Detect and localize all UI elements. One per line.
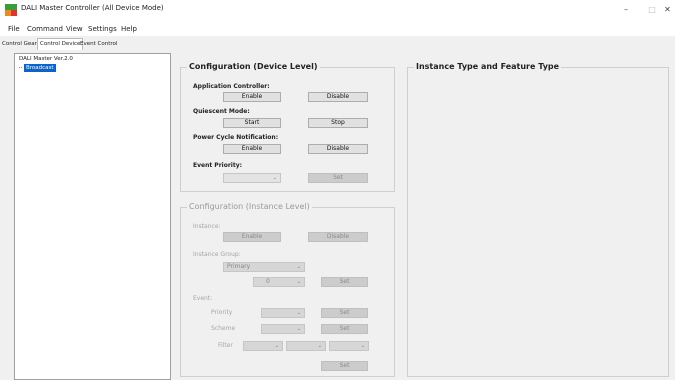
menu-view[interactable]: View <box>66 25 83 33</box>
power-enable-button[interactable]: Enable <box>223 144 281 154</box>
instance-group-number: 0 <box>266 278 270 285</box>
scheme-label: Scheme <box>211 325 236 332</box>
power-disable-button[interactable]: Disable <box>308 144 368 154</box>
main-panel: Configuration (Device Level) Application… <box>172 53 675 380</box>
quiescent-label: Quiescent Mode: <box>193 108 250 115</box>
chevron-down-icon: ⌄ <box>272 175 277 181</box>
chevron-down-icon: ⌄ <box>296 310 301 316</box>
device-tree[interactable]: DALI Master Ver.2.0 Broadcast <box>14 53 171 380</box>
instance-label: Instance: <box>193 223 221 230</box>
chevron-down-icon: ⌄ <box>296 264 301 270</box>
menu-help[interactable]: Help <box>121 25 137 33</box>
device-level-group: Configuration (Device Level) Application… <box>180 62 395 192</box>
chevron-down-icon: ⌄ <box>274 343 279 349</box>
filter-select-1[interactable]: ⌄ <box>243 341 283 351</box>
menu-settings[interactable]: Settings <box>88 25 117 33</box>
minimize-button[interactable]: – <box>612 3 640 17</box>
event-label: Event: <box>193 295 213 302</box>
instance-feature-group: Instance Type and Feature Type <box>407 62 669 377</box>
filter-select-3[interactable]: ⌄ <box>329 341 369 351</box>
instance-group-label: Instance Group: <box>193 251 241 258</box>
menu-bar: File Command View Settings Help <box>0 21 675 36</box>
tab-event-control[interactable]: Event Control <box>78 39 119 50</box>
instance-level-title: Configuration (Instance Level) <box>187 202 312 211</box>
power-cycle-label: Power Cycle Notification: <box>193 134 279 141</box>
instance-group-number-select[interactable]: 0 ⌄ <box>253 277 305 287</box>
instance-group-set-button[interactable]: Set <box>321 277 368 287</box>
chevron-down-icon: ⌄ <box>296 326 301 332</box>
instance-group-value: Primary <box>227 263 251 270</box>
instance-feature-title: Instance Type and Feature Type <box>414 62 562 71</box>
app-controller-label: Application Controller: <box>193 83 270 90</box>
instance-disable-button[interactable]: Disable <box>308 232 368 242</box>
event-priority-select[interactable]: ⌄ <box>223 173 281 183</box>
instance-enable-button[interactable]: Enable <box>223 232 281 242</box>
menu-file[interactable]: File <box>8 25 20 33</box>
menu-command[interactable]: Command <box>27 25 63 33</box>
tree-item-broadcast[interactable]: Broadcast <box>24 64 56 72</box>
priority-label: Priority <box>211 309 233 316</box>
event-priority-label: Event Priority: <box>193 162 243 169</box>
scheme-select[interactable]: ⌄ <box>261 324 305 334</box>
chevron-down-icon: ⌄ <box>360 343 365 349</box>
chevron-down-icon: ⌄ <box>296 279 301 285</box>
window-title: DALI Master Controller (All Device Mode) <box>21 4 164 12</box>
tab-control-device[interactable]: Control Device <box>37 38 84 50</box>
tab-bar: Control Gear Control Device Event Contro… <box>0 37 675 51</box>
instance-level-group: Configuration (Instance Level) Instance:… <box>180 202 395 377</box>
app-disable-button[interactable]: Disable <box>308 92 368 102</box>
title-bar: DALI Master Controller (All Device Mode)… <box>0 0 675 21</box>
priority-set-button[interactable]: Set <box>321 308 368 318</box>
filter-label: Filter <box>218 342 233 349</box>
instance-group-select[interactable]: Primary ⌄ <box>223 262 305 272</box>
app-enable-button[interactable]: Enable <box>223 92 281 102</box>
scheme-set-button[interactable]: Set <box>321 324 368 334</box>
filter-set-button[interactable]: Set <box>321 361 368 371</box>
filter-select-2[interactable]: ⌄ <box>286 341 326 351</box>
event-priority-set-button[interactable]: Set <box>308 173 368 183</box>
close-button[interactable]: ✕ <box>660 3 675 17</box>
tree-root[interactable]: DALI Master Ver.2.0 <box>19 56 73 62</box>
tree-connector <box>19 67 22 69</box>
chevron-down-icon: ⌄ <box>317 343 322 349</box>
quiescent-start-button[interactable]: Start <box>223 118 281 128</box>
tab-control-gear[interactable]: Control Gear <box>0 39 39 50</box>
quiescent-stop-button[interactable]: Stop <box>308 118 368 128</box>
device-level-title: Configuration (Device Level) <box>187 62 320 71</box>
priority-select[interactable]: ⌄ <box>261 308 305 318</box>
app-icon <box>5 4 17 16</box>
